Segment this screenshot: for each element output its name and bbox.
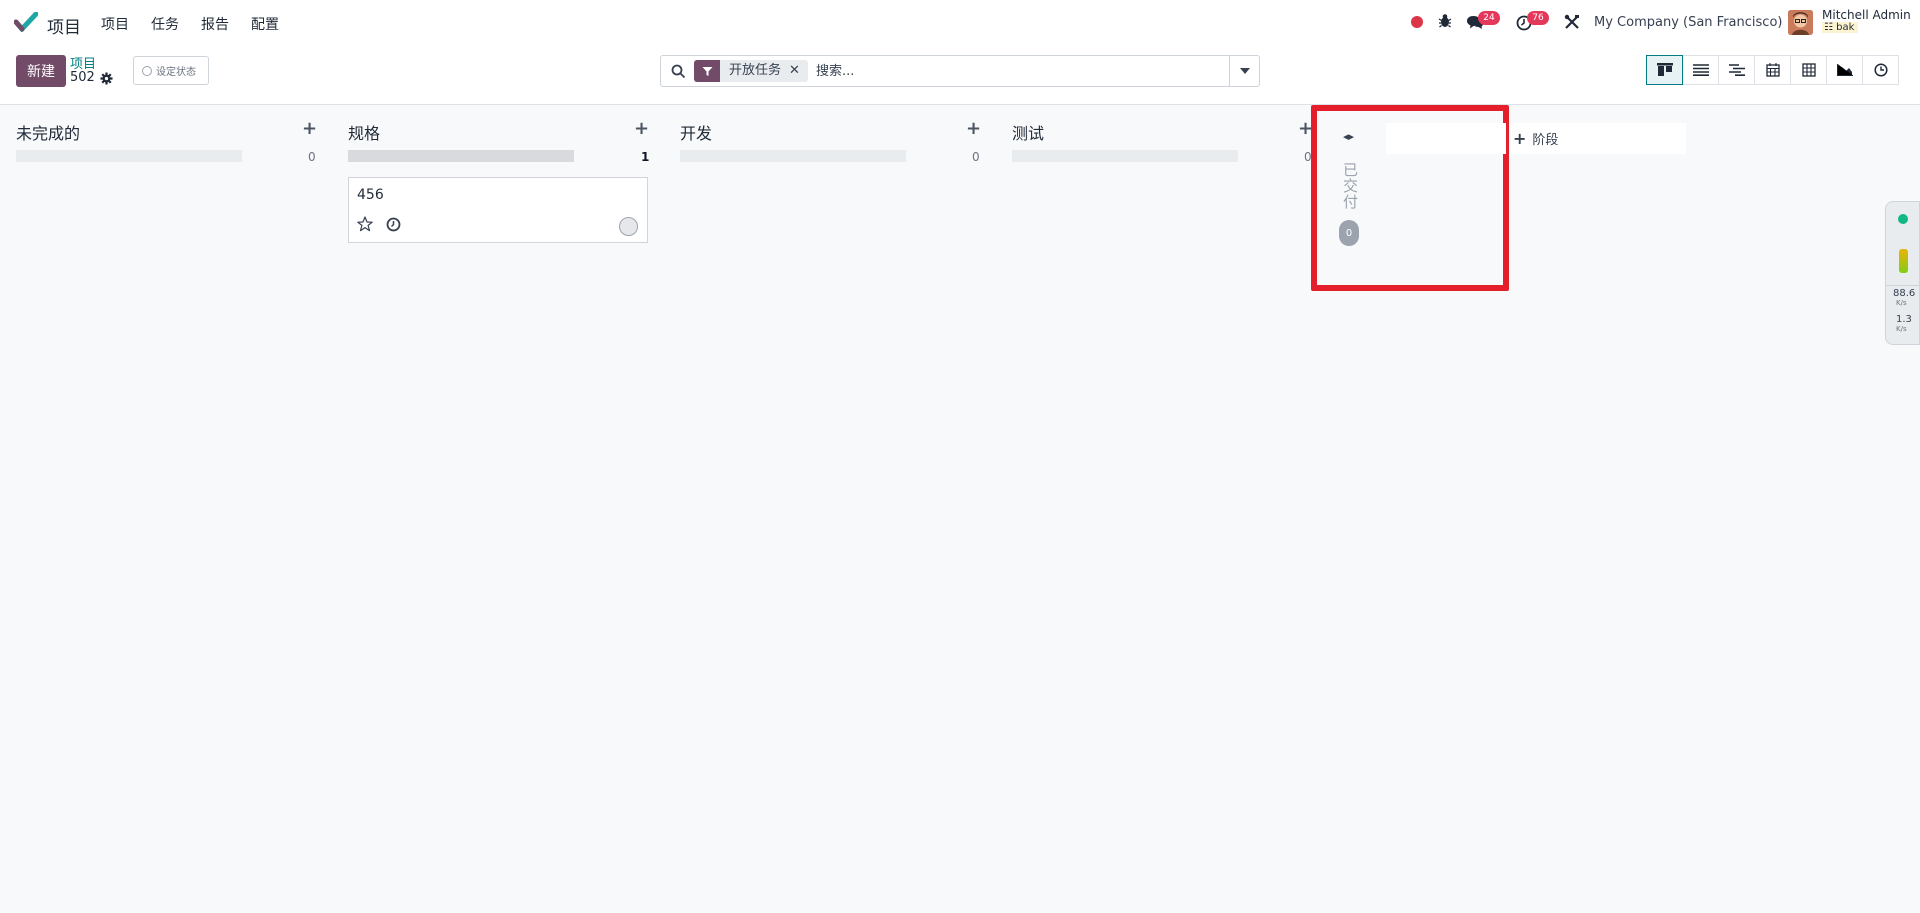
new-stage-input-area[interactable]: [1386, 123, 1506, 154]
column-count: 0: [972, 150, 980, 164]
gear-icon[interactable]: [100, 72, 113, 85]
status-dot-icon: [1898, 214, 1908, 224]
add-stage-button[interactable]: + 阶段: [1510, 123, 1686, 154]
top-navbar: 项目 项目 任务 报告 配置 24 76 My Company (San Fra…: [0, 0, 1920, 45]
pivot-table-icon: [1801, 63, 1816, 77]
debug-tools-icon[interactable]: [1564, 14, 1580, 30]
caret-down-icon: [1239, 68, 1250, 74]
column-title[interactable]: 测试: [1012, 120, 1044, 144]
search-input[interactable]: [816, 61, 1236, 81]
list-icon: [1692, 64, 1709, 76]
user-name[interactable]: Mitchell Admin: [1822, 8, 1911, 22]
database-icon: ☷: [1824, 22, 1833, 33]
kanban-icon: [1656, 63, 1673, 76]
user-avatar-icon: [1788, 10, 1813, 35]
set-status-button[interactable]: 设定状态: [133, 56, 209, 85]
column-quick-add-icon[interactable]: +: [966, 118, 981, 139]
activity-clock-icon: [1873, 63, 1888, 77]
view-calendar-button[interactable]: [1754, 55, 1791, 85]
control-panel: 新建 项目 502 设定状态 开放任务 ✕: [0, 45, 1920, 105]
column-progress-bar: [680, 150, 906, 162]
view-gantt-button[interactable]: [1718, 55, 1755, 85]
assignee-avatar[interactable]: [619, 217, 638, 236]
area-chart-icon: [1836, 64, 1853, 76]
set-status-label: 设定状态: [156, 67, 196, 78]
download-speed: 1.3: [1896, 314, 1912, 325]
download-unit: K/s: [1896, 325, 1907, 333]
divider: [1886, 285, 1920, 286]
column-progress-bar: [348, 150, 574, 162]
upload-speed: 88.6: [1893, 288, 1916, 299]
menu-item-projects[interactable]: 项目: [101, 14, 129, 34]
column-count: 0: [308, 150, 316, 164]
column-title[interactable]: 规格: [348, 120, 380, 144]
add-stage-label: 阶段: [1532, 133, 1559, 148]
activities-badge: 76: [1527, 11, 1549, 25]
column-progress-bar: [16, 150, 242, 162]
network-monitor-widget[interactable]: 88.6 K/s 1.3 K/s: [1885, 201, 1920, 345]
messages-badge: 24: [1478, 11, 1500, 25]
star-icon[interactable]: [357, 216, 373, 232]
task-card[interactable]: 456: [348, 177, 648, 243]
breadcrumb-current: 502: [70, 70, 95, 85]
column-progress-bar: [1012, 150, 1238, 162]
search-icon[interactable]: [671, 64, 686, 79]
new-button[interactable]: 新建: [16, 55, 66, 87]
activity-clock-icon[interactable]: [386, 217, 401, 232]
facet-remove-icon[interactable]: ✕: [789, 60, 808, 82]
plus-icon: +: [1513, 129, 1527, 148]
task-card-title: 456: [357, 187, 384, 203]
facet-label: 开放任务: [729, 63, 782, 78]
gantt-icon: [1728, 64, 1745, 76]
menu-item-reporting[interactable]: 报告: [201, 14, 229, 34]
column-count: 1: [641, 150, 650, 164]
search-options-toggle[interactable]: [1229, 56, 1259, 86]
upload-unit: K/s: [1896, 299, 1907, 307]
view-pivot-button[interactable]: [1790, 55, 1827, 85]
column-quick-add-icon[interactable]: +: [634, 118, 649, 139]
user-avatar[interactable]: [1788, 10, 1813, 35]
bug-icon[interactable]: [1438, 13, 1452, 29]
menu-item-tasks[interactable]: 任务: [151, 14, 179, 34]
view-activity-button[interactable]: [1862, 55, 1899, 85]
view-list-button[interactable]: [1682, 55, 1719, 85]
app-checkmark-icon[interactable]: [14, 12, 38, 32]
search-facet: 开放任务 ✕: [694, 60, 808, 82]
app-name[interactable]: 项目: [47, 13, 81, 38]
column-quick-add-icon[interactable]: +: [302, 118, 317, 139]
menu-item-configuration[interactable]: 配置: [251, 14, 279, 34]
column-title[interactable]: 开发: [680, 120, 712, 144]
view-kanban-button[interactable]: [1646, 55, 1683, 85]
filter-icon: [694, 60, 720, 82]
main-menu: 项目 任务 报告 配置: [101, 14, 301, 34]
record-indicator-icon[interactable]: [1411, 16, 1423, 28]
search-bar: 开放任务 ✕: [660, 55, 1260, 87]
company-switcher[interactable]: My Company (San Francisco): [1594, 15, 1782, 30]
view-switcher: [1646, 55, 1899, 85]
column-title[interactable]: 未完成的: [16, 120, 80, 144]
view-graph-button[interactable]: [1826, 55, 1863, 85]
database-badge: ☷ bak: [1822, 22, 1859, 33]
memory-bar: [1899, 249, 1908, 273]
database-name: bak: [1836, 22, 1855, 33]
calendar-icon: [1765, 63, 1780, 77]
status-circle-icon: [142, 65, 152, 76]
